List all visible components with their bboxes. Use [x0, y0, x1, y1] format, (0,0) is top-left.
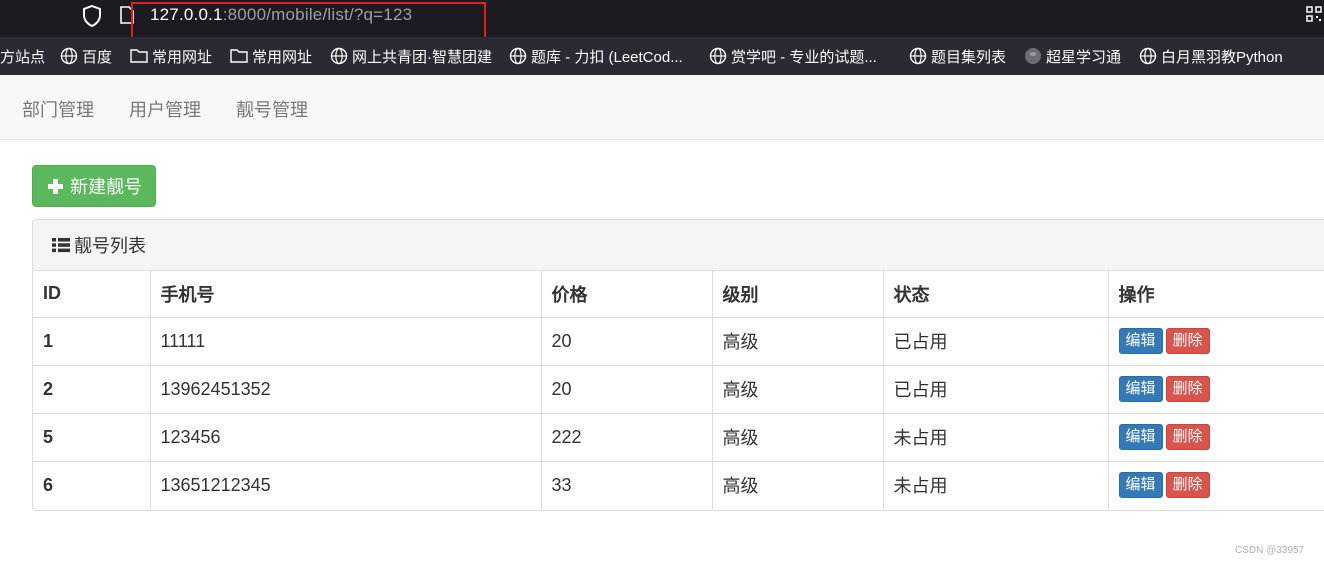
globe-icon [60, 47, 78, 65]
cell-id: 1 [33, 316, 150, 365]
list-icon [52, 238, 70, 253]
mobile-list-panel: 靓号列表 ID 手机号 价格 级别 状态 操作 1 11111 20 高级 已占… [32, 219, 1324, 511]
bookmarks-bar: 方站点 百度 常用网址 常用网址 网上共青团·智慧团建 题库 - 力扣 (Lee… [0, 37, 1324, 75]
bookmark-item[interactable]: 超星学习通 [1024, 46, 1121, 66]
table-row: 1 11111 20 高级 已占用 编辑 删除 [33, 316, 1324, 365]
column-header-actions: 操作 [1107, 271, 1324, 318]
column-header-price: 价格 [540, 271, 712, 318]
cell-level: 高级 [711, 460, 883, 509]
cell-level: 高级 [711, 316, 883, 365]
cell-id: 6 [33, 460, 150, 509]
bookmark-item[interactable]: 百度 [60, 46, 112, 66]
edit-button[interactable]: 编辑 [1118, 424, 1163, 450]
folder-icon [130, 49, 148, 63]
bookmark-item[interactable]: 题库 - 力扣 (LeetCod... [509, 46, 683, 66]
edit-button[interactable]: 编辑 [1118, 376, 1163, 402]
cell-id: 5 [33, 412, 150, 461]
globe-icon [509, 47, 527, 65]
bookmark-item[interactable]: 题目集列表 [909, 46, 1006, 66]
table-row: 5 123456 222 高级 未占用 编辑 删除 [33, 412, 1324, 461]
delete-button[interactable]: 删除 [1165, 328, 1210, 354]
bookmark-item[interactable]: 常用网址 [130, 46, 212, 66]
bookmark-label: 白月黑羽教Python [1161, 48, 1283, 66]
bookmark-label: 题目集列表 [931, 48, 1007, 66]
cell-status: 未占用 [882, 412, 1108, 461]
column-header-phone: 手机号 [149, 271, 541, 318]
bookmark-label: 题库 - 力扣 (LeetCod... [531, 48, 683, 66]
cell-phone: 13651212345 [149, 460, 541, 509]
edit-button[interactable]: 编辑 [1118, 472, 1163, 499]
cell-status: 已占用 [882, 364, 1108, 413]
bookmark-label: 百度 [82, 48, 113, 66]
bookmark-label: 赏学吧 - 专业的试题... [731, 48, 877, 66]
bookmark-label: 常用网址 [152, 48, 213, 66]
column-header-level: 级别 [711, 271, 883, 318]
url-highlight-box [131, 2, 486, 41]
nav-item-mobiles[interactable]: 靓号管理 [236, 96, 308, 122]
cell-actions: 编辑 删除 [1107, 412, 1324, 461]
bookmark-item[interactable]: 常用网址 [230, 46, 312, 66]
bookmark-item[interactable]: 方站点 [0, 46, 45, 66]
bookmark-item[interactable]: 网上共青团·智慧团建 [330, 46, 492, 66]
panel-heading: 靓号列表 [33, 220, 1324, 271]
bookmark-label: 方站点 [0, 48, 46, 66]
new-mobile-button[interactable]: 新建靓号 [32, 165, 156, 207]
cell-actions: 编辑 删除 [1107, 316, 1324, 365]
watermark: CSDN @33957 [1235, 545, 1305, 556]
shield-icon[interactable] [82, 5, 102, 27]
panel-title: 靓号列表 [74, 236, 146, 256]
bookmark-item[interactable]: 赏学吧 - 专业的试题... [709, 46, 877, 66]
edit-button[interactable]: 编辑 [1118, 328, 1163, 354]
browser-url-bar: 127.0.0.1:8000/mobile/list/?q=123 [0, 0, 1324, 41]
nav-item-departments[interactable]: 部门管理 [22, 96, 94, 122]
column-header-id: ID [33, 271, 150, 318]
column-header-status: 状态 [882, 271, 1108, 318]
bookmark-label: 超星学习通 [1046, 48, 1122, 66]
app-navbar: 部门管理 用户管理 靓号管理 [0, 75, 1324, 140]
cell-price: 222 [540, 412, 712, 461]
table-header-row: ID 手机号 价格 级别 状态 操作 [33, 271, 1324, 318]
table-row: 2 13962451352 20 高级 已占用 编辑 删除 [33, 364, 1324, 413]
delete-button[interactable]: 删除 [1165, 472, 1210, 499]
table-row: 6 13651212345 33 高级 未占用 编辑 删除 [33, 460, 1324, 509]
globe-icon [330, 47, 348, 65]
new-mobile-label: 新建靓号 [70, 177, 142, 197]
plus-icon [48, 178, 63, 194]
cell-status: 已占用 [882, 316, 1108, 365]
delete-button[interactable]: 删除 [1165, 424, 1210, 450]
globe-icon [1139, 47, 1157, 65]
bookmark-label: 常用网址 [252, 48, 313, 66]
cell-price: 33 [540, 460, 712, 509]
cell-level: 高级 [711, 364, 883, 413]
cell-phone: 123456 [149, 412, 541, 461]
bookmark-label: 网上共青团·智慧团建 [352, 48, 492, 66]
delete-button[interactable]: 删除 [1165, 376, 1210, 402]
nav-item-users[interactable]: 用户管理 [129, 96, 201, 122]
bookmark-item[interactable]: 白月黑羽教Python [1139, 46, 1283, 66]
cell-price: 20 [540, 316, 712, 365]
mobile-table: ID 手机号 价格 级别 状态 操作 1 11111 20 高级 已占用 编辑删… [33, 271, 1324, 509]
folder-icon [230, 49, 248, 63]
cell-price: 20 [540, 364, 712, 413]
cell-phone: 11111 [149, 316, 541, 365]
cell-level: 高级 [711, 412, 883, 461]
globe-icon [709, 47, 727, 65]
cell-phone: 13962451352 [149, 364, 541, 413]
cell-status: 未占用 [882, 460, 1108, 509]
cell-id: 2 [33, 364, 150, 413]
cell-actions: 编辑 删除 [1107, 364, 1324, 413]
qr-code-icon[interactable] [1306, 6, 1322, 22]
favicon-icon [1025, 48, 1041, 64]
cell-actions: 编辑 删除 [1107, 460, 1324, 509]
globe-icon [909, 47, 927, 65]
